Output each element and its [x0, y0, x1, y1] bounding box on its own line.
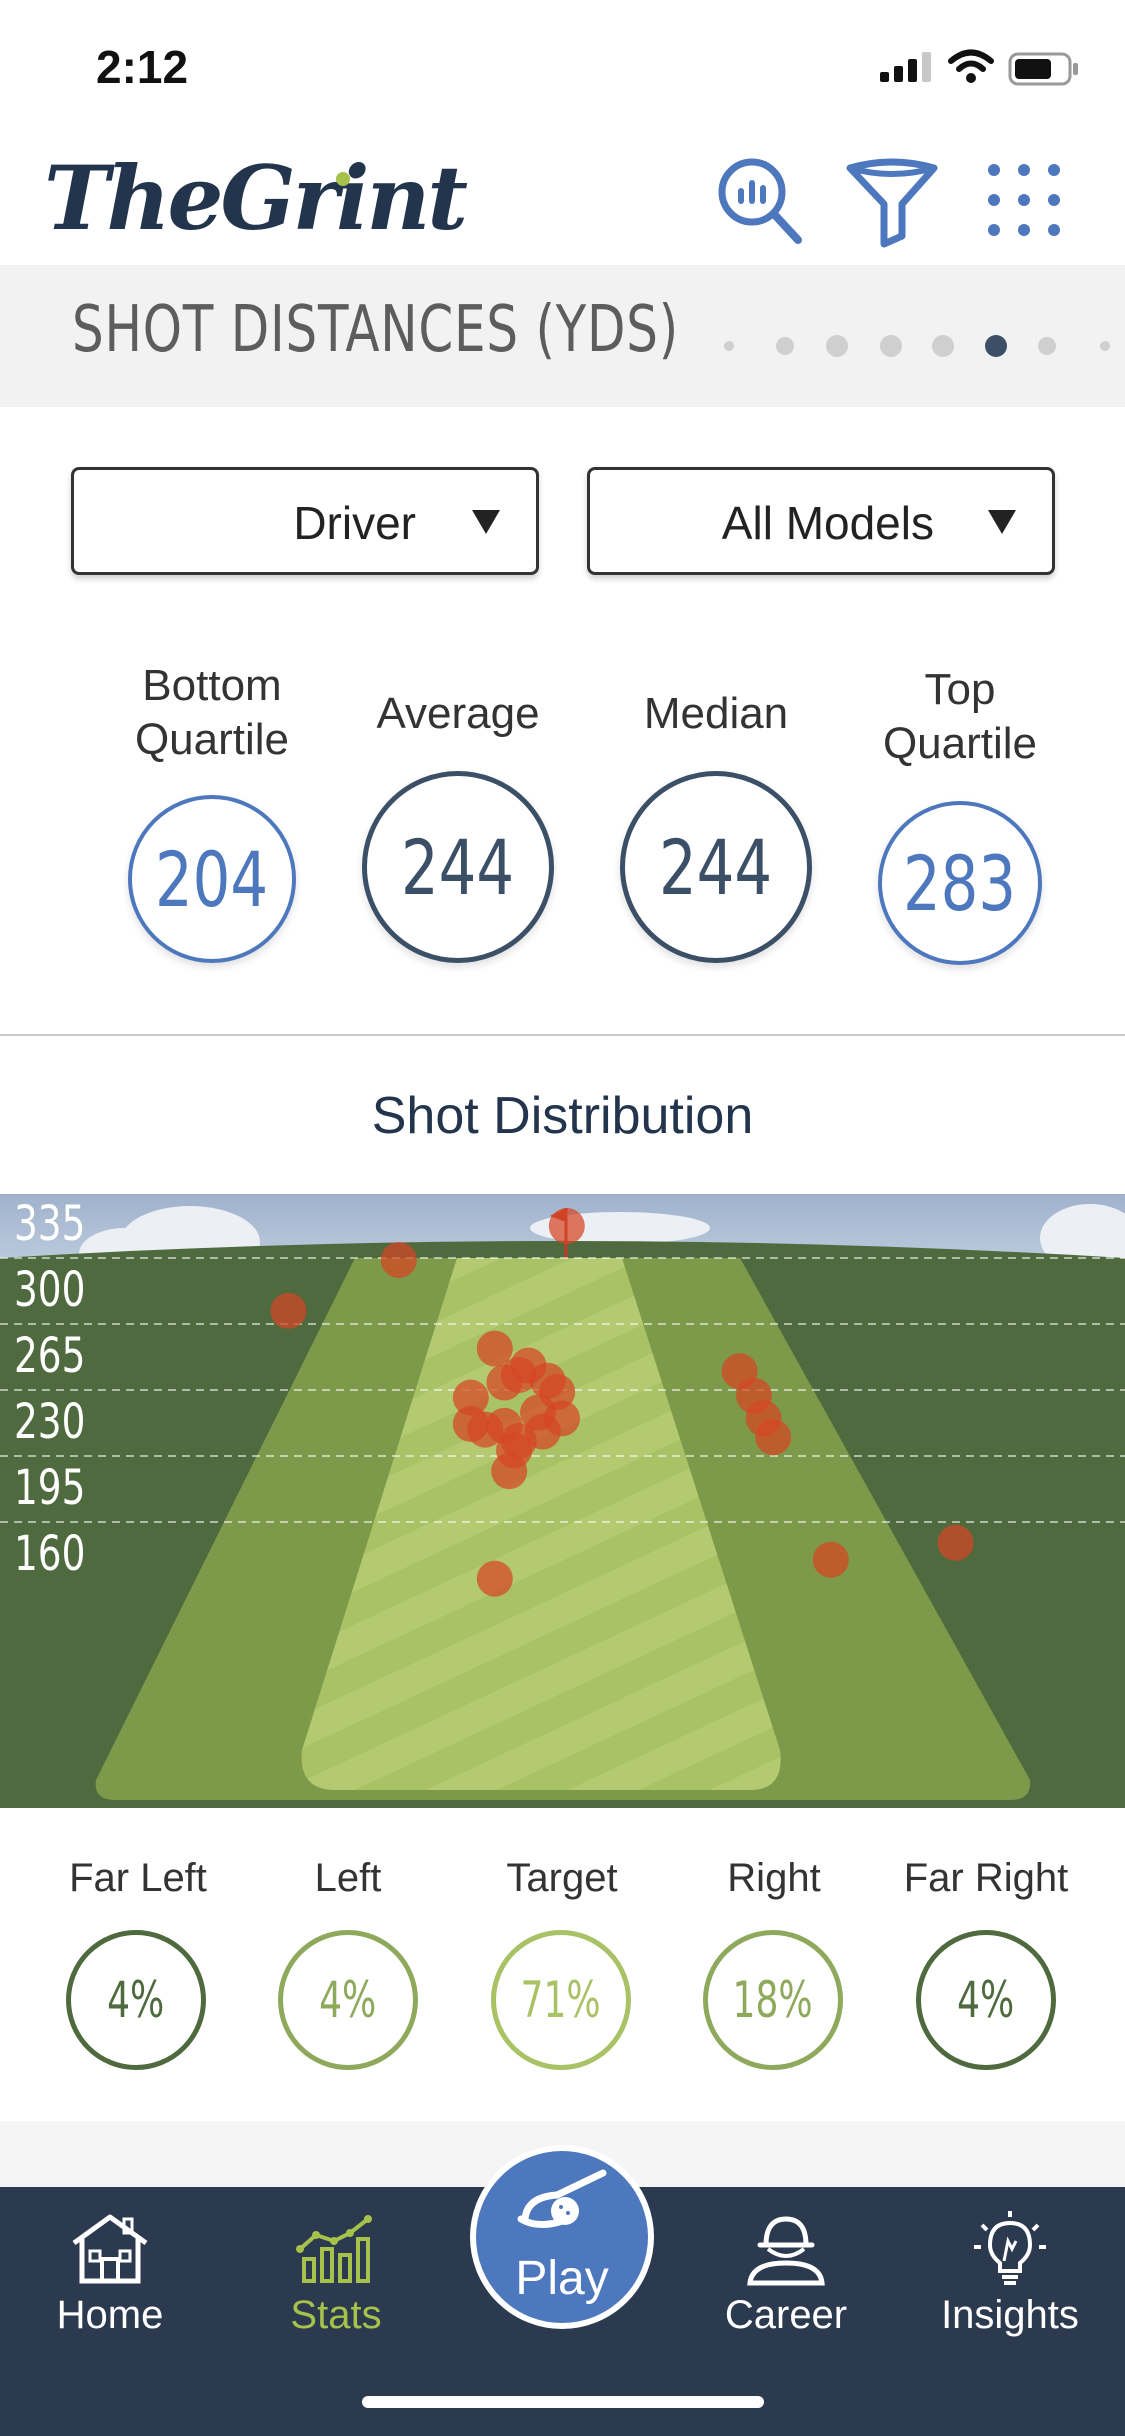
stat-circle-average: 244	[362, 771, 554, 963]
lightbulb-icon	[974, 2211, 1046, 2285]
page-dot[interactable]	[724, 341, 734, 351]
stat-label-median: Median	[643, 689, 789, 738]
dir-circle-far-right: 4%	[916, 1930, 1056, 2070]
dir-circle-right: 18%	[703, 1930, 843, 2070]
nav-home-label: Home	[56, 2293, 164, 2337]
y-tick-label: 160	[14, 1527, 85, 1583]
club-dropdown-value: Driver	[293, 497, 416, 549]
shot-point	[491, 1453, 528, 1490]
home-indicator	[362, 2396, 764, 2408]
apps-grid-icon[interactable]	[976, 152, 1072, 248]
stats-icon	[296, 2215, 372, 2283]
shot-point	[812, 1541, 849, 1578]
page-dot[interactable]	[1038, 337, 1056, 355]
nav-stats[interactable]: Stats	[246, 2209, 426, 2369]
dir-label-target: Target	[506, 1856, 618, 1900]
distance-summary: Driver All Models Bottom Quartile 204 Av…	[0, 407, 1125, 1035]
shot-distribution-chart: 335 300 265 230 195 160	[0, 1194, 1125, 1808]
nav-stats-label: Stats	[290, 2293, 382, 2337]
y-tick-label: 265	[14, 1329, 85, 1385]
dir-label-left: Left	[314, 1856, 382, 1900]
dir-circle-left: 4%	[278, 1930, 418, 2070]
filter-icon[interactable]	[844, 152, 940, 248]
page-dot[interactable]	[776, 337, 794, 355]
page-dot[interactable]	[1100, 341, 1110, 351]
play-button-label: Play	[515, 2252, 609, 2305]
app-header: TheGrint	[0, 130, 1125, 265]
stat-label-top-quartile: Top Quartile	[882, 665, 1038, 768]
model-dropdown-value: All Models	[721, 497, 934, 549]
nav-home[interactable]: Home	[20, 2209, 200, 2369]
stat-label-bottom-quartile: Bottom Quartile	[134, 661, 290, 764]
nav-insights-label: Insights	[941, 2293, 1079, 2337]
home-icon	[72, 2214, 148, 2284]
nav-career-label: Career	[724, 2293, 848, 2337]
career-golfer-icon	[747, 2216, 825, 2286]
dir-label-right: Right	[727, 1856, 821, 1900]
page-dot-active[interactable]	[985, 335, 1007, 357]
shot-point	[486, 1364, 523, 1401]
play-button[interactable]: Play	[470, 2145, 654, 2329]
page-dot[interactable]	[880, 335, 902, 357]
y-tick-label: 230	[14, 1395, 85, 1451]
stat-circle-top-quartile: 283	[878, 801, 1042, 965]
logo-dot	[336, 172, 350, 186]
thegrint-logo[interactable]: TheGrint	[44, 146, 468, 250]
dir-circle-far-left: 4%	[66, 1930, 206, 2070]
page-indicator[interactable]	[712, 325, 1125, 365]
dir-label-far-right: Far Right	[903, 1856, 1069, 1900]
shot-point	[380, 1241, 417, 1278]
distribution-title: Shot Distribution	[371, 1087, 754, 1145]
shot-point	[270, 1292, 307, 1329]
y-tick-label: 300	[14, 1263, 85, 1319]
status-time: 2:12	[96, 41, 189, 93]
club-dropdown[interactable]: Driver	[71, 467, 539, 575]
wifi-icon	[948, 49, 994, 83]
golf-club-ball-icon	[517, 2169, 607, 2228]
y-tick-label: 195	[14, 1461, 85, 1517]
status-bar: 2:12	[0, 0, 1125, 130]
y-tick-label: 335	[14, 1197, 85, 1253]
nav-career[interactable]: Career	[696, 2209, 876, 2369]
section-title-bar: SHOT DISTANCES (YDS)	[0, 265, 1125, 407]
dropdown-arrow-icon	[472, 510, 500, 534]
model-dropdown[interactable]: All Models	[587, 467, 1055, 575]
shot-point	[937, 1524, 974, 1561]
dropdown-arrow-icon	[988, 510, 1016, 534]
nav-insights[interactable]: Insights	[920, 2209, 1100, 2369]
shot-point	[755, 1419, 792, 1456]
page-dot[interactable]	[826, 335, 848, 357]
stat-circle-median: 244	[620, 771, 812, 963]
dir-circle-target: 71%	[491, 1930, 631, 2070]
stat-circle-bottom-quartile: 204	[128, 795, 296, 963]
search-stats-icon[interactable]	[712, 152, 808, 248]
dir-label-far-left: Far Left	[69, 1856, 207, 1900]
shot-point	[548, 1208, 585, 1244]
battery-icon	[1008, 52, 1078, 86]
stat-label-average: Average	[376, 689, 540, 738]
signal-icon	[880, 52, 931, 82]
shot-point	[476, 1560, 513, 1597]
section-title: SHOT DISTANCES (YDS)	[72, 293, 679, 367]
page-dot[interactable]	[932, 335, 954, 357]
